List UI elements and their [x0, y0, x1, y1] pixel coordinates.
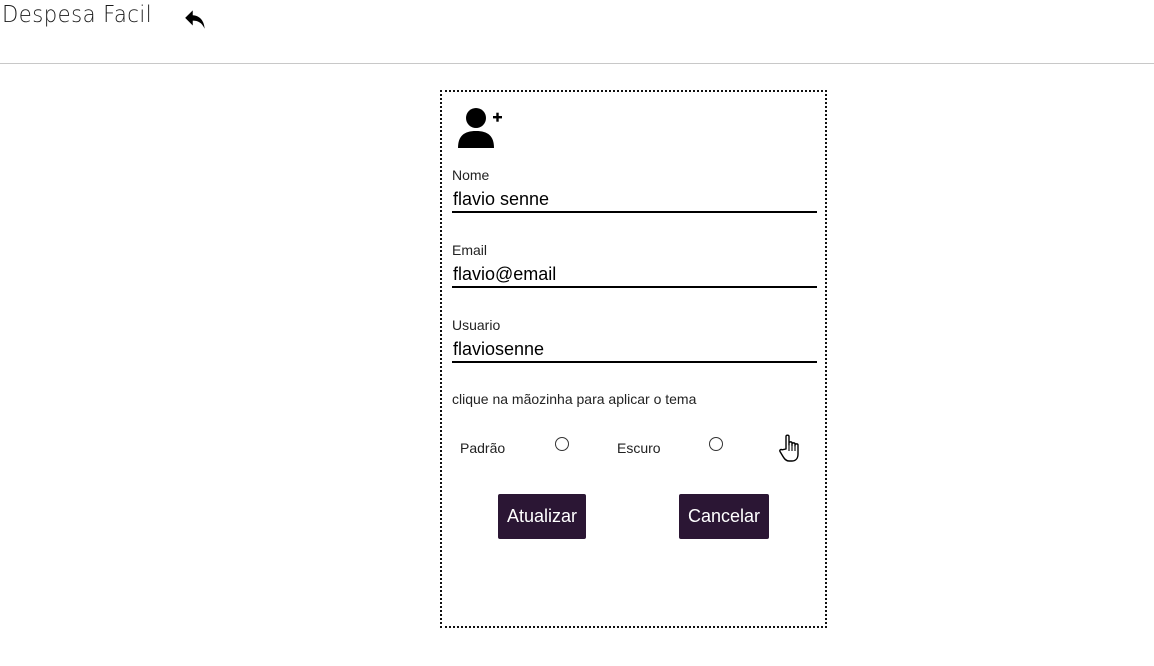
theme-padrao-label: Padrão	[460, 440, 506, 456]
theme-padrao-radio[interactable]	[555, 437, 569, 451]
nome-field: Nome	[452, 167, 817, 213]
usuario-field: Usuario	[452, 317, 817, 363]
usuario-label: Usuario	[452, 317, 501, 333]
app-title: Despesa Facil	[2, 2, 153, 28]
email-label: Email	[452, 242, 488, 258]
email-input[interactable]	[452, 262, 817, 288]
theme-escuro-radio[interactable]	[709, 437, 723, 451]
user-plus-icon	[458, 108, 502, 148]
theme-hint: clique na mãozinha para aplicar o tema	[452, 391, 697, 407]
nome-input[interactable]	[452, 187, 817, 213]
usuario-input[interactable]	[452, 337, 817, 363]
email-field: Email	[452, 242, 817, 288]
nome-label: Nome	[452, 167, 490, 183]
pointing-hand-icon[interactable]	[777, 432, 807, 464]
profile-card: Nome Email Usuario clique na mãozinha pa…	[440, 90, 827, 628]
reply-arrow-icon[interactable]	[183, 6, 209, 32]
cancel-button[interactable]: Cancelar	[679, 494, 769, 539]
update-button[interactable]: Atualizar	[498, 494, 586, 539]
top-bar: Despesa Facil	[0, 0, 1154, 64]
theme-escuro-label: Escuro	[617, 440, 661, 456]
